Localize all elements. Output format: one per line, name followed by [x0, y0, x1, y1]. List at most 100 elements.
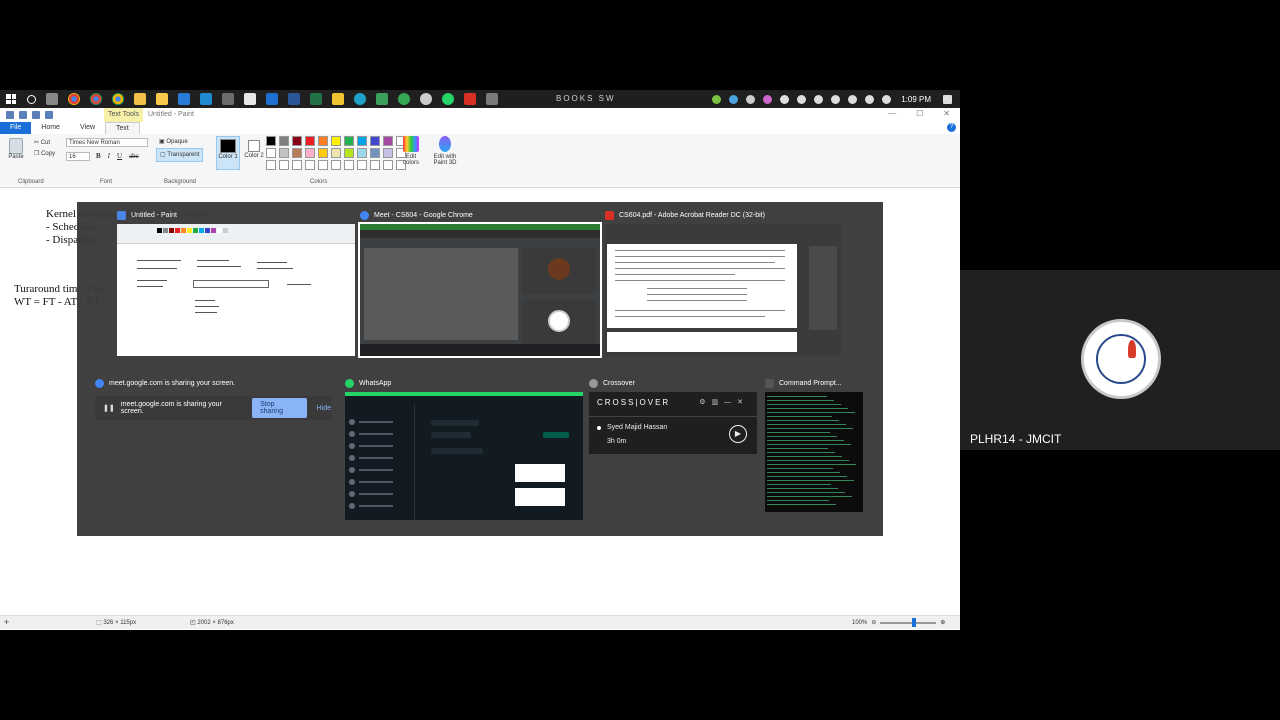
zoom-slider-thumb[interactable]	[912, 617, 917, 627]
help-icon[interactable]: ?	[947, 123, 956, 132]
zoom-in-icon[interactable]: ⊕	[940, 619, 945, 626]
paste-button[interactable]: Paste	[6, 138, 26, 168]
palette-swatch[interactable]	[357, 160, 367, 170]
palette-swatch[interactable]	[370, 160, 380, 170]
palette-swatch[interactable]	[331, 148, 341, 158]
language-icon[interactable]	[882, 94, 892, 104]
shield-icon[interactable]	[729, 94, 739, 104]
palette-swatch[interactable]	[383, 160, 393, 170]
zoom-slider[interactable]	[880, 617, 937, 627]
palette-swatch[interactable]	[370, 136, 380, 146]
hide-button[interactable]: Hide	[317, 405, 331, 412]
palette-swatch[interactable]	[383, 136, 393, 146]
stop-sharing-button[interactable]: Stop sharing	[252, 398, 307, 418]
play-icon[interactable]: ▶	[729, 425, 747, 443]
app-icon[interactable]	[398, 93, 410, 105]
zoom-out-icon[interactable]: ⊖	[871, 619, 876, 626]
palette-swatch[interactable]	[344, 136, 354, 146]
app-icon[interactable]	[420, 93, 432, 105]
opaque-option[interactable]: ▣ Opaque	[156, 136, 203, 148]
notes-icon[interactable]	[332, 93, 344, 105]
taskbar-clock[interactable]: 1:09 PM	[901, 95, 931, 104]
palette-swatch[interactable]	[331, 136, 341, 146]
edge-icon[interactable]	[354, 93, 366, 105]
palette-swatch[interactable]	[318, 136, 328, 146]
palette-swatch[interactable]	[305, 160, 315, 170]
palette-swatch[interactable]	[305, 148, 315, 158]
cut-button[interactable]: ✂ Cut	[34, 138, 55, 149]
palette-swatch[interactable]	[279, 160, 289, 170]
bold-button[interactable]: B	[96, 152, 101, 160]
color1-button[interactable]: Color 1	[216, 136, 240, 170]
acrobat-icon[interactable]	[464, 93, 476, 105]
excel-icon[interactable]	[310, 93, 322, 105]
strikethrough-button[interactable]: abc	[129, 152, 139, 160]
mail-icon[interactable]	[266, 93, 278, 105]
task-card-share-indicator[interactable]: meet.google.com is sharing your screen.	[95, 376, 335, 392]
app-tray-icon[interactable]	[746, 94, 756, 104]
palette-swatch[interactable]	[292, 148, 302, 158]
vscode-icon[interactable]	[200, 93, 212, 105]
font-family-select[interactable]: Times New Roman	[66, 138, 148, 147]
palette-swatch[interactable]	[292, 160, 302, 170]
task-card-paint[interactable]: Untitled - Paint	[117, 208, 355, 356]
palette-swatch[interactable]	[370, 148, 380, 158]
transparent-option[interactable]: ▢ Transparent	[156, 148, 204, 162]
app-icon[interactable]	[244, 93, 256, 105]
pen-icon[interactable]	[763, 94, 773, 104]
network-icon[interactable]	[814, 94, 824, 104]
palette-swatch[interactable]	[279, 148, 289, 158]
file-explorer-icon[interactable]	[156, 93, 168, 105]
app-icon[interactable]	[486, 93, 498, 105]
search-icon[interactable]	[27, 94, 36, 104]
app-icon[interactable]	[222, 93, 234, 105]
task-card-crossover[interactable]: Crossover CROSS|OVER ⚙▥—✕ Syed Majid Has…	[589, 376, 759, 456]
undo-icon[interactable]	[32, 111, 40, 119]
save-icon[interactable]	[19, 111, 27, 119]
minimize-icon[interactable]: —	[888, 109, 896, 118]
italic-button[interactable]: I	[108, 152, 110, 160]
palette-swatch[interactable]	[266, 160, 276, 170]
font-size-select[interactable]: 16	[66, 152, 90, 161]
palette-swatch[interactable]	[305, 136, 315, 146]
task-card-acrobat[interactable]: CS604.pdf - Adobe Acrobat Reader DC (32-…	[605, 208, 841, 356]
palette-swatch[interactable]	[318, 148, 328, 158]
participant-tile[interactable]: PLHR14 - JMCIT	[960, 270, 1280, 450]
close-icon[interactable]: ✕	[943, 109, 950, 118]
palette-swatch[interactable]	[266, 148, 276, 158]
tab-text[interactable]: Text	[105, 122, 140, 134]
text-tools-context-tab[interactable]: Text Tools	[104, 108, 143, 122]
tab-home[interactable]: Home	[31, 122, 70, 134]
word-icon[interactable]	[288, 93, 300, 105]
underline-button[interactable]: U	[117, 152, 122, 160]
notification-icon[interactable]	[943, 94, 952, 104]
palette-swatch[interactable]	[383, 148, 393, 158]
task-card-meet[interactable]: Meet - CS604 - Google Chrome	[358, 208, 602, 358]
app-icon[interactable]	[376, 93, 388, 105]
palette-swatch[interactable]	[318, 160, 328, 170]
whatsapp-icon[interactable]	[442, 93, 454, 105]
display-icon[interactable]	[848, 94, 858, 104]
chrome-icon[interactable]	[68, 93, 80, 105]
edit-with-paint3d-button[interactable]: Edit with Paint 3D	[428, 136, 462, 166]
security-icon[interactable]	[712, 94, 722, 104]
copy-button[interactable]: ❐ Copy	[34, 149, 55, 160]
windows-logo-icon[interactable]	[6, 94, 16, 104]
palette-swatch[interactable]	[266, 136, 276, 146]
palette-swatch[interactable]	[344, 160, 354, 170]
edit-colors-button[interactable]: Edit colors	[398, 136, 424, 166]
chrome-icon[interactable]	[112, 93, 124, 105]
palette-swatch[interactable]	[357, 148, 367, 158]
maximize-icon[interactable]: ☐	[916, 109, 923, 118]
microphone-icon[interactable]	[780, 94, 790, 104]
task-card-whatsapp[interactable]: WhatsApp	[345, 376, 583, 524]
redo-icon[interactable]	[45, 111, 53, 119]
palette-swatch[interactable]	[292, 136, 302, 146]
palette-swatch[interactable]	[344, 148, 354, 158]
camera-icon[interactable]	[797, 94, 807, 104]
palette-swatch[interactable]	[357, 136, 367, 146]
volume-icon[interactable]	[865, 94, 875, 104]
tab-file[interactable]: File	[0, 122, 32, 134]
task-view-icon[interactable]	[46, 93, 58, 105]
battery-icon[interactable]	[831, 94, 841, 104]
